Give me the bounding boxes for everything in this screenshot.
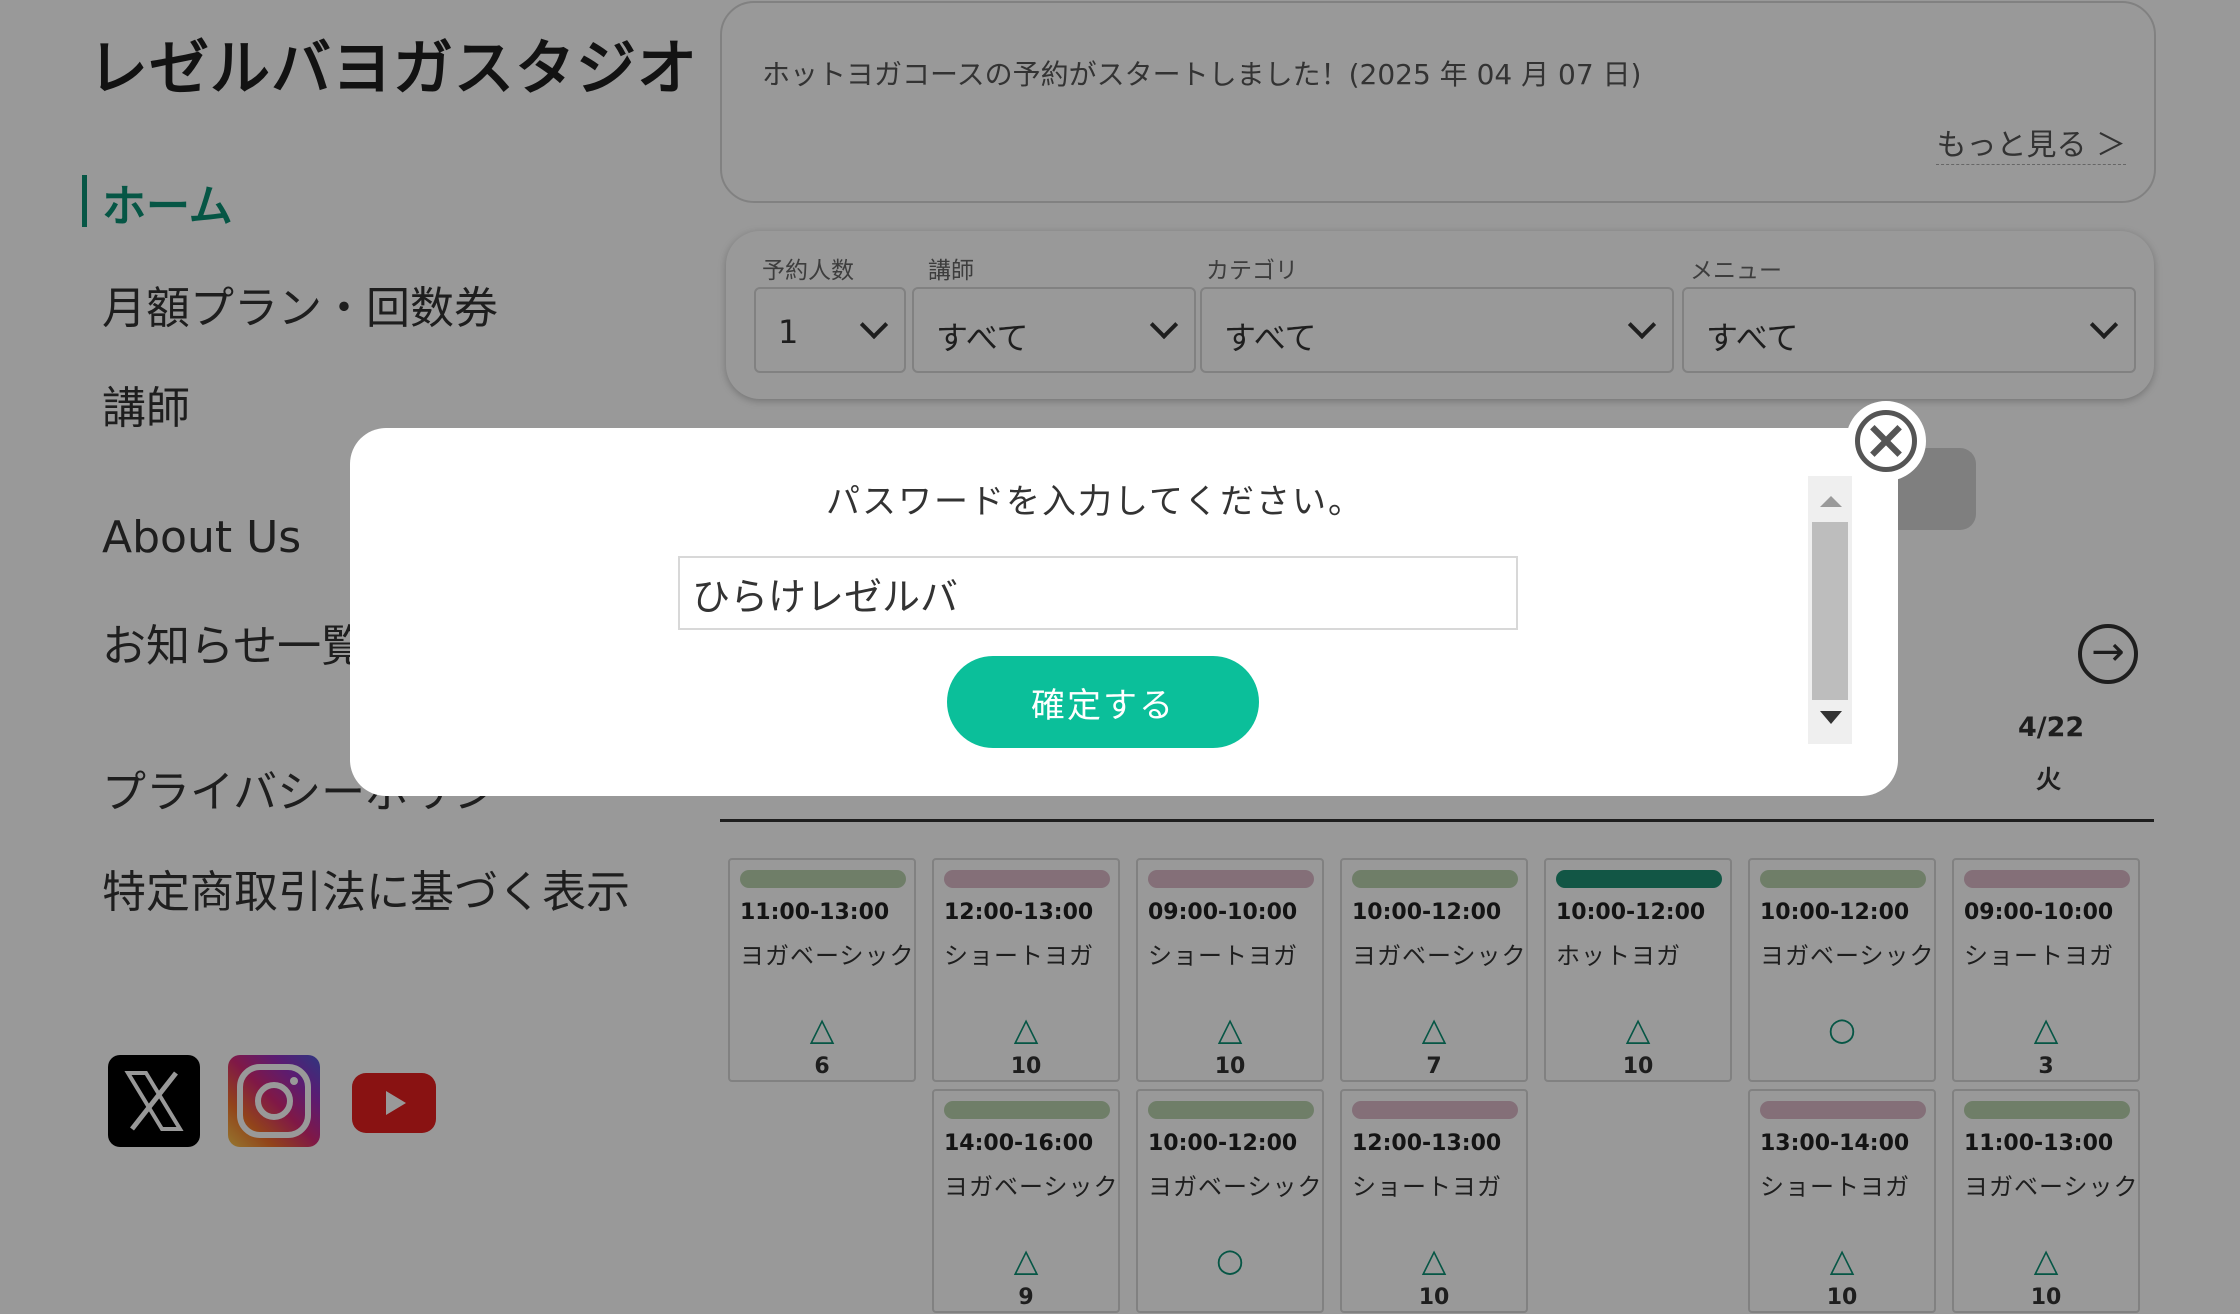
close-icon: × bbox=[1855, 410, 1917, 472]
scroll-thumb[interactable] bbox=[1812, 522, 1848, 700]
password-input[interactable] bbox=[678, 556, 1518, 630]
page: レゼルバヨガスタジオ ホーム 月額プラン・回数券 講師 About Us お知ら… bbox=[0, 0, 2240, 1314]
scroll-up-arrow-icon[interactable] bbox=[1820, 496, 1842, 507]
modal-scrollbar[interactable] bbox=[1808, 476, 1852, 744]
scroll-down-arrow-icon[interactable] bbox=[1820, 711, 1842, 724]
confirm-button[interactable]: 確定する bbox=[947, 656, 1259, 748]
modal-title: パスワードを入力してください。 bbox=[826, 482, 1364, 522]
password-modal: パスワードを入力してください。 確定する bbox=[350, 428, 1898, 796]
close-button[interactable]: × bbox=[1846, 401, 1926, 481]
